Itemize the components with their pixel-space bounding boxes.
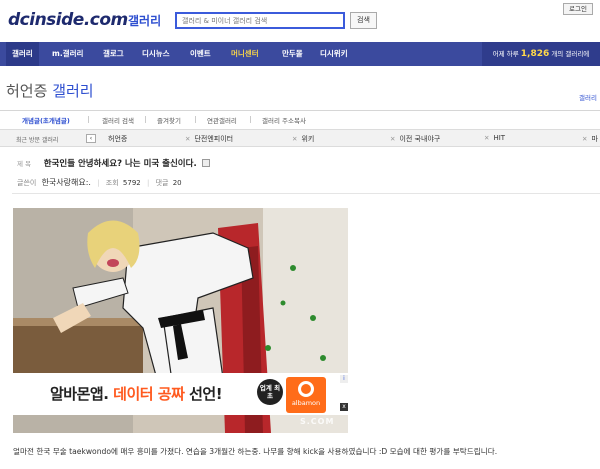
site-logo[interactable]: dcinside.com	[8, 10, 128, 30]
main-nav: 갤러리 m.갤러리 갤로그 디시뉴스 이벤트 머니센터 만두몰 디시위키 어제 …	[0, 42, 600, 66]
image-watermark: S.COM	[300, 417, 335, 426]
nav-item-gallery[interactable]: 갤러리	[6, 42, 39, 66]
gallery-title[interactable]: 허언증 갤러리	[6, 80, 94, 101]
post-body: 얼마전 한국 무술 taekwondo에 매우 흥미를 가졌다. 연습을 3개월…	[13, 447, 498, 456]
author-label: 글쓴이	[17, 179, 37, 187]
recent-label: 최근 방문 갤러리	[16, 137, 59, 144]
close-icon[interactable]: ✕	[292, 135, 297, 143]
image-attached-icon	[202, 159, 211, 167]
login-button[interactable]: 로그인	[563, 3, 593, 15]
meta-separator: |	[146, 179, 150, 187]
recent-item-label: 단전엔피이터	[194, 135, 234, 143]
recent-galleries-bar: 최근 방문 갤러리 ‹ 허언증 ✕ 단전엔피이터 ✕ 위키 ✕ 이전 국내야구 ✕ HI…	[0, 129, 600, 147]
subject-label: 제 목	[17, 160, 32, 168]
search-field[interactable]	[175, 12, 345, 29]
gallery-title-accent: 갤러리	[52, 82, 94, 100]
tab-favorites[interactable]: 즐겨찾기	[157, 115, 181, 125]
ad-close-icon[interactable]: x	[340, 403, 348, 411]
search-input[interactable]	[177, 14, 343, 27]
recent-item-label: 위키	[301, 135, 315, 143]
post-title: 한국인들 안녕하세요? 나는 미국 출신이다.	[43, 159, 197, 169]
recent-item-label: 이전 국내야구	[399, 135, 441, 143]
recent-item[interactable]: ✕ 이전 국내야구	[390, 134, 440, 144]
tab-copy-address[interactable]: 갤러리 주소복사	[262, 115, 306, 125]
recent-item[interactable]: 허언증	[108, 134, 127, 144]
meta-separator: |	[97, 179, 100, 187]
close-icon[interactable]: ✕	[390, 135, 395, 143]
comments-label: 댓글	[155, 179, 169, 187]
top-bar: dcinside.com 갤러리 검색 로그인	[0, 0, 600, 40]
ad-info-icon[interactable]: i	[340, 375, 348, 383]
recent-item-label: 허언증	[108, 135, 128, 143]
visitor-suffix: 개의 갤러리에	[551, 50, 590, 58]
ad-badge: 업계 최초	[257, 379, 283, 405]
gallery-tabs: 개념글(초개념글) 갤러리 검색 즐겨찾기 연관갤러리 갤러리 주소복사	[0, 110, 600, 128]
tab-concept-posts[interactable]: 개념글(초개념글)	[22, 115, 70, 125]
post-subject: 제 목 한국인들 안녕하세요? 나는 미국 출신이다.	[17, 157, 211, 169]
ad-text-orange: 데이터 공짜	[113, 385, 185, 403]
close-icon[interactable]: ✕	[185, 135, 190, 143]
recent-item-label: 마	[591, 135, 598, 143]
gallery-title-main: 허언증	[6, 82, 48, 100]
close-icon[interactable]: ✕	[582, 135, 587, 143]
visitor-counter: 어제 하루 1,826 개의 갤러리에	[482, 42, 600, 66]
gallery-logo-label[interactable]: 갤러리	[128, 12, 161, 29]
tab-divider	[250, 116, 251, 123]
comments-count[interactable]: 20	[173, 179, 182, 187]
nav-item-dcwiki[interactable]: 디시위키	[320, 42, 348, 66]
ad-text-end: 선언!	[189, 385, 223, 403]
albamon-logo: albamon	[286, 377, 326, 413]
close-icon[interactable]: ✕	[484, 134, 489, 142]
tab-divider	[195, 116, 196, 123]
albamon-ring-icon	[298, 381, 314, 397]
visitor-prefix: 어제 하루	[492, 50, 519, 58]
recent-item-label: HIT	[493, 134, 506, 142]
nav-item-dcnews[interactable]: 디시뉴스	[142, 42, 170, 66]
ad-banner[interactable]: 알바몬앱. 데이터 공짜 선언! 업계 최초 albamon i x	[13, 373, 348, 415]
gallery-side-link[interactable]: 갤러리	[579, 92, 597, 102]
tab-gallery-search[interactable]: 갤러리 검색	[102, 115, 134, 125]
nav-item-m-gallery[interactable]: m.갤러리	[52, 42, 83, 66]
views-count: 5792	[122, 179, 141, 187]
chevron-left-icon[interactable]: ‹	[86, 134, 96, 143]
ad-text-black: 알바몬앱.	[50, 385, 109, 403]
ad-headline: 알바몬앱. 데이터 공짜 선언!	[50, 383, 223, 404]
tab-related-galleries[interactable]: 연관갤러리	[207, 115, 237, 125]
tab-divider	[145, 116, 146, 123]
recent-item[interactable]: ✕ 마	[582, 134, 598, 144]
recent-item[interactable]: ✕ HIT	[484, 134, 505, 142]
views-label: 조회	[105, 179, 119, 187]
nav-item-gallog[interactable]: 갤로그	[103, 42, 124, 66]
post-meta: 글쓴이 한국사랑해요:. | 조회 5792 | 댓글 20	[17, 177, 182, 188]
visitor-count: 1,826	[520, 49, 550, 59]
nav-item-money-center[interactable]: 머니센터	[231, 42, 259, 66]
albamon-logo-label: albamon	[291, 399, 321, 407]
recent-item[interactable]: ✕ 위키	[292, 134, 314, 144]
tab-divider	[88, 116, 89, 123]
nav-item-mandu-mall[interactable]: 만두몰	[282, 42, 303, 66]
post-divider	[12, 193, 600, 194]
nav-item-event[interactable]: 이벤트	[190, 42, 211, 66]
search-button[interactable]: 검색	[350, 12, 377, 29]
recent-item[interactable]: ✕ 단전엔피이터	[185, 134, 233, 144]
author-name[interactable]: 한국사랑해요:.	[42, 178, 91, 187]
